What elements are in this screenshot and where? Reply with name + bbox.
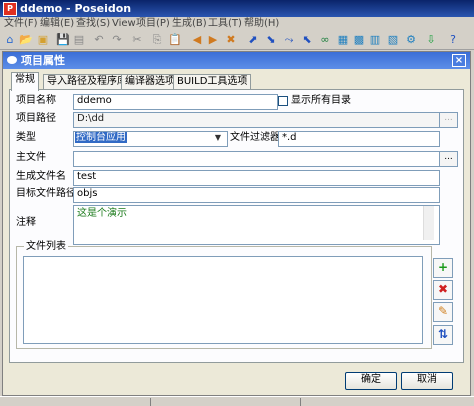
show-all-dirs-label: 显示所有目录 (291, 95, 351, 106)
dialog-title: 项目属性 (21, 54, 65, 67)
sort-icon: ⇅ (437, 327, 449, 341)
pencil-icon: ✎ (437, 304, 449, 318)
tool-icon[interactable]: ▧ (386, 33, 400, 47)
type-select[interactable]: 控制台应用 (73, 131, 228, 147)
step-out-icon[interactable]: ⬉ (300, 33, 314, 47)
comment-textarea[interactable]: 这是个演示 (73, 205, 440, 245)
project-path-browse-button[interactable]: ... (439, 112, 458, 128)
undo-icon[interactable]: ↶ (92, 33, 106, 47)
eye-icon (7, 56, 17, 64)
menu-bar: 文件(F) 编辑(E) 查找(S) View 项目(P) 生成(B) 工具(T)… (0, 17, 474, 31)
menu-project[interactable]: 项目(P) (136, 17, 170, 31)
status-separator (150, 398, 151, 406)
cut-icon[interactable]: ✂ (130, 33, 144, 47)
home-icon[interactable]: ⌂ (3, 33, 17, 47)
comment-scrollbar[interactable] (423, 206, 434, 240)
stop-icon[interactable]: ✖ (224, 33, 238, 47)
save-all-icon[interactable]: ▤ (72, 33, 86, 47)
app-icon: P (3, 2, 17, 16)
remove-file-button[interactable]: ✖ (433, 280, 453, 300)
ok-button[interactable]: 确定 (345, 372, 397, 390)
project-properties-dialog: 项目属性 × 常规 导入路径及程序库 编译器选项 BUILD工具选项 项目名称 … (2, 51, 471, 396)
add-file-button[interactable]: + (433, 258, 453, 278)
type-selected-value: 控制台应用 (75, 132, 127, 143)
output-name-input[interactable]: test (73, 170, 440, 186)
help-icon[interactable]: ? (446, 33, 460, 47)
type-label: 类型 (16, 132, 36, 143)
tab-build-tool-options[interactable]: BUILD工具选项 (173, 74, 252, 90)
tab-import-paths[interactable]: 导入路径及程序库 (43, 74, 131, 90)
menu-build[interactable]: 生成(B) (172, 17, 207, 31)
show-all-dirs-checkbox[interactable] (278, 96, 288, 106)
project-name-label: 项目名称 (16, 95, 56, 106)
tab-compiler-options[interactable]: 编译器选项 (121, 74, 179, 90)
menu-file[interactable]: 文件(F) (4, 17, 38, 31)
menu-help[interactable]: 帮助(H) (244, 17, 279, 31)
menu-search[interactable]: 查找(S) (76, 17, 110, 31)
output-name-label: 生成文件名 (16, 171, 66, 182)
target-path-label: 目标文件路径 (16, 188, 76, 199)
step-into-icon[interactable]: ⬊ (264, 33, 278, 47)
main-file-label: 主文件 (16, 152, 46, 163)
project-path-input[interactable]: D:\dd (73, 112, 440, 128)
main-file-input[interactable] (73, 151, 440, 167)
delete-icon: ✖ (437, 282, 449, 296)
back-icon[interactable]: ◀ (190, 33, 204, 47)
target-path-input[interactable]: objs (73, 187, 440, 203)
status-separator (300, 398, 301, 406)
project-path-label: 项目路径 (16, 113, 56, 124)
file-filter-label: 文件过滤器 (230, 132, 280, 143)
window-title-bar[interactable]: P ddemo - Poseidon (0, 0, 474, 17)
sort-file-button[interactable]: ⇅ (433, 325, 453, 345)
comment-label: 注释 (16, 217, 36, 228)
tab-general[interactable]: 常规 (11, 72, 39, 91)
window-title: ddemo - Poseidon (20, 2, 132, 15)
project-name-input[interactable]: ddemo (73, 94, 278, 110)
build-icon[interactable]: ▦ (336, 33, 350, 47)
file-filter-input[interactable]: *.d (278, 131, 440, 147)
folder-icon[interactable]: ▣ (36, 33, 50, 47)
file-list-label: 文件列表 (24, 241, 68, 252)
plus-icon: + (437, 260, 449, 274)
compile-icon[interactable]: ▥ (368, 33, 382, 47)
rebuild-icon[interactable]: ▩ (352, 33, 366, 47)
open-folder-icon[interactable]: 📂 (19, 33, 33, 47)
download-icon[interactable]: ⇩ (424, 33, 438, 47)
chevron-down-icon[interactable]: ▼ (212, 132, 224, 144)
menu-view[interactable]: View (112, 17, 136, 31)
toolbar: ⌂ 📂 ▣ 💾 ▤ ↶ ↷ ✂ ⎘ 📋 ◀ ▶ ✖ ⬈ ⬊ ⤳ ⬉ ∞ ▦ ▩ ▥ ▧ ⚙ ⇩? (0, 31, 474, 50)
settings-icon[interactable]: ⚙ (404, 33, 418, 47)
step-over-icon[interactable]: ⤳ (282, 33, 296, 47)
copy-icon[interactable]: ⎘ (150, 33, 164, 47)
main-file-browse-button[interactable]: ... (439, 151, 458, 167)
edit-file-button[interactable]: ✎ (433, 302, 453, 322)
redo-icon[interactable]: ↷ (110, 33, 124, 47)
link-icon[interactable]: ∞ (318, 33, 332, 47)
run-icon[interactable]: ⬈ (246, 33, 260, 47)
status-bar (0, 396, 474, 406)
paste-icon[interactable]: 📋 (168, 33, 182, 47)
menu-tools[interactable]: 工具(T) (208, 17, 242, 31)
forward-icon[interactable]: ▶ (206, 33, 220, 47)
menu-edit[interactable]: 编辑(E) (40, 17, 74, 31)
cancel-button[interactable]: 取消 (401, 372, 453, 390)
save-icon[interactable]: 💾 (56, 33, 70, 47)
file-list[interactable] (23, 256, 423, 344)
dialog-title-bar[interactable]: 项目属性 × (3, 52, 470, 69)
close-icon[interactable]: × (452, 54, 466, 67)
